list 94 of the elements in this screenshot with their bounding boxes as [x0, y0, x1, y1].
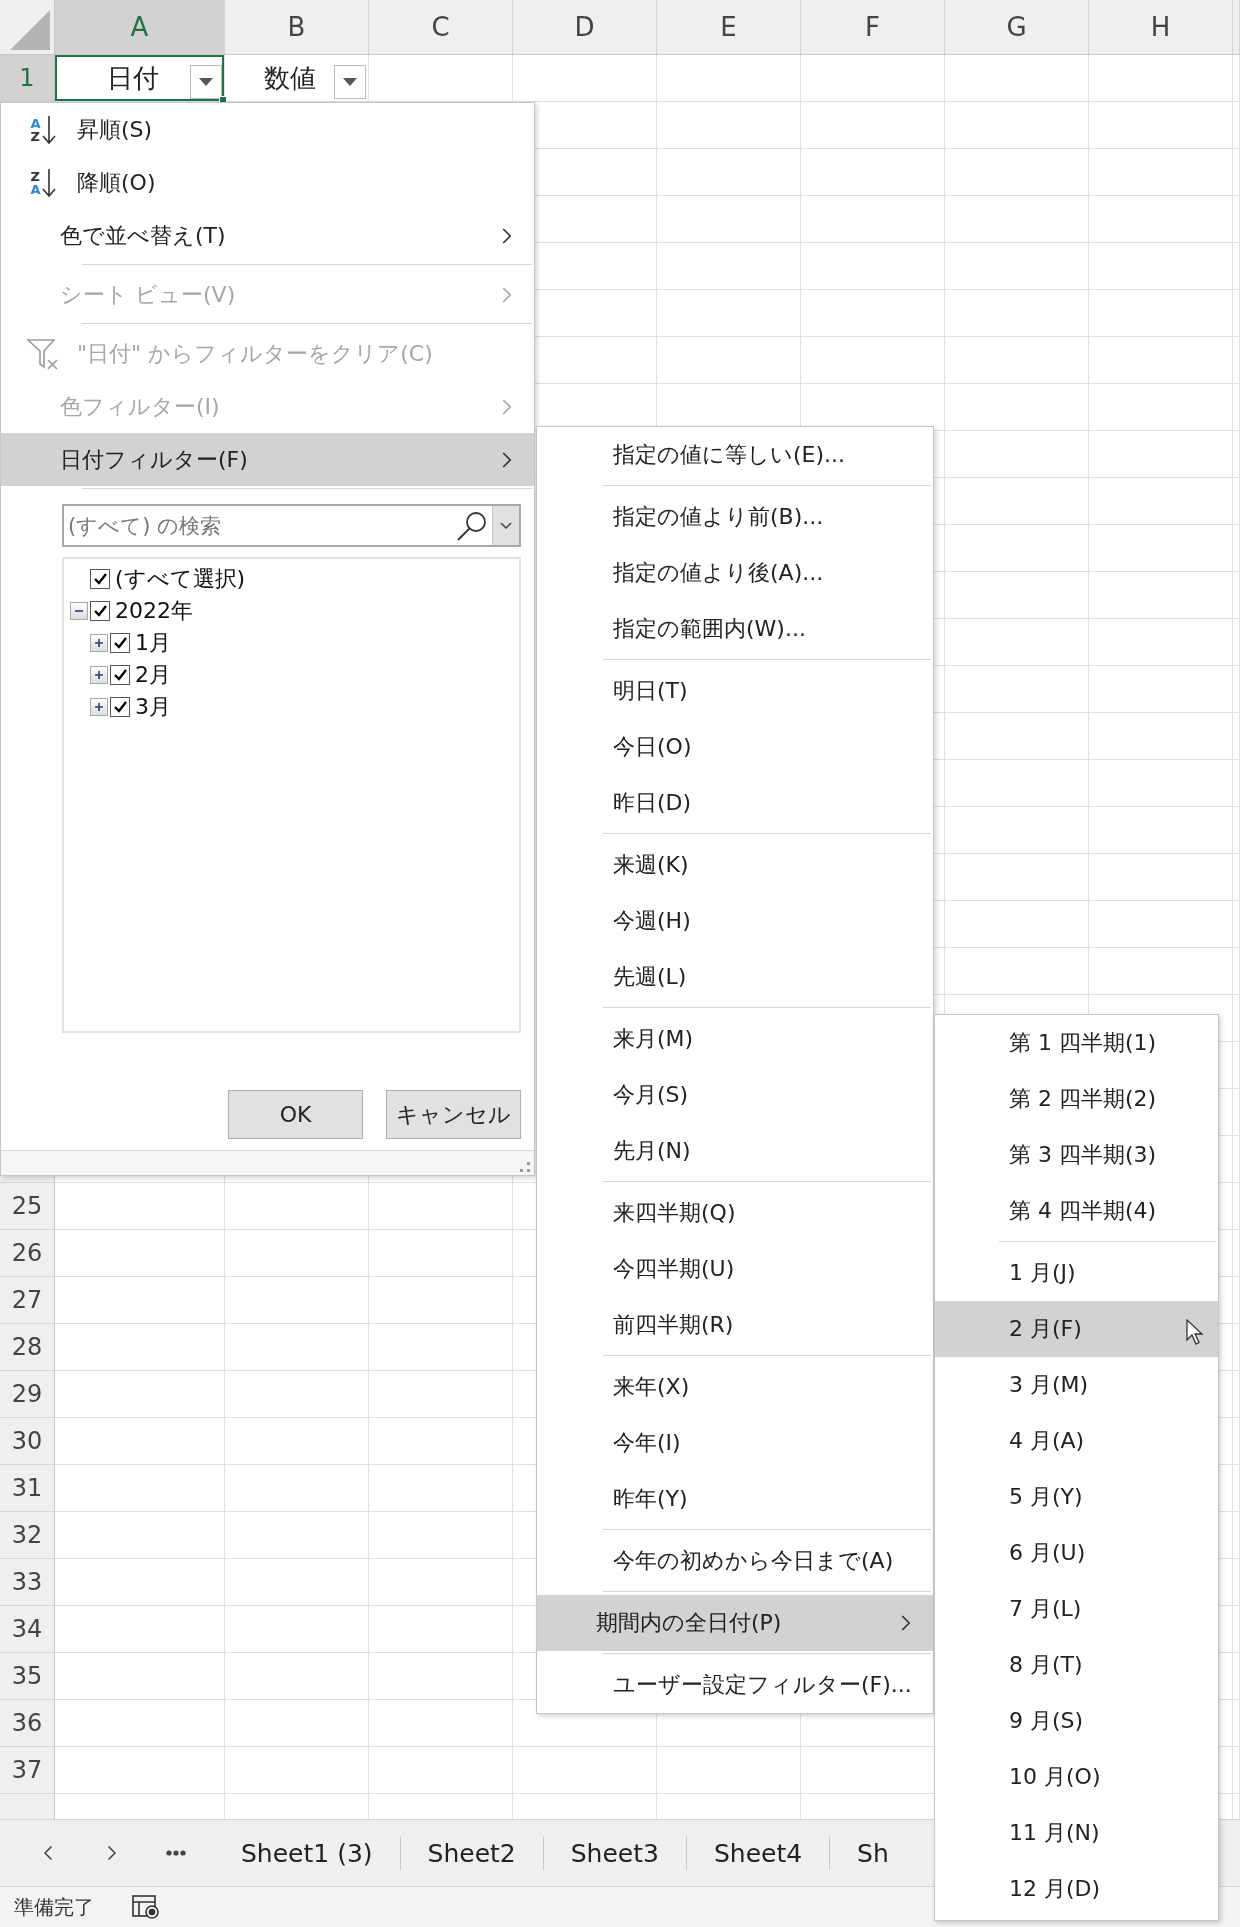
sheet-tab[interactable]: Sheet3 [542, 1836, 686, 1870]
menu-item[interactable]: 今月(S) [537, 1067, 933, 1123]
status-text: 準備完了 [14, 1893, 94, 1921]
column-header[interactable]: A [55, 0, 225, 54]
row-header[interactable]: 28 [0, 1324, 55, 1371]
ellipsis-icon [166, 1850, 186, 1856]
menu-item[interactable]: 2 月(F) [935, 1301, 1218, 1357]
expand-icon[interactable] [90, 634, 108, 652]
row-header[interactable]: 27 [0, 1277, 55, 1324]
row-header[interactable]: 31 [0, 1465, 55, 1512]
expand-icon[interactable] [90, 698, 108, 716]
menu-item[interactable]: 指定の値より前(B)... [537, 489, 933, 545]
menu-item[interactable]: 12 月(D) [935, 1861, 1218, 1917]
search-icon [456, 509, 488, 542]
menu-item[interactable]: 今週(H) [537, 893, 933, 949]
tree-item-label: 2022年 [115, 597, 193, 625]
caret-icon [199, 78, 213, 86]
cell-text: 日付 [105, 61, 160, 95]
menu-item[interactable]: 第 3 四半期(3) [935, 1127, 1218, 1183]
checkbox[interactable] [90, 601, 110, 621]
row-header[interactable]: 30 [0, 1418, 55, 1465]
menu-item[interactable]: 明日(T) [537, 663, 933, 719]
row-header[interactable]: 34 [0, 1606, 55, 1653]
filter-dropdown-button[interactable] [190, 65, 222, 99]
menu-item[interactable]: 5 月(Y) [935, 1469, 1218, 1525]
menu-item[interactable]: 第 1 四半期(1) [935, 1015, 1218, 1071]
menu-item[interactable]: 6 月(U) [935, 1525, 1218, 1581]
row-header[interactable]: 25 [0, 1183, 55, 1230]
menu-item[interactable]: 1 月(J) [935, 1245, 1218, 1301]
chevron-down-icon [500, 522, 512, 529]
menu-item[interactable]: 昨日(D) [537, 775, 933, 831]
menu-item[interactable]: 指定の範囲内(W)... [537, 601, 933, 657]
checkbox[interactable] [90, 569, 110, 589]
menu-item[interactable]: 昨年(Y) [537, 1471, 933, 1527]
sheet-tab[interactable]: Sh [829, 1836, 916, 1870]
menu-item[interactable]: 来年(X) [537, 1359, 933, 1415]
menu-item[interactable]: 前四半期(R) [537, 1297, 933, 1353]
menu-item[interactable]: 来週(K) [537, 837, 933, 893]
menu-item[interactable]: 日付フィルター(F) [1, 433, 534, 486]
menu-item[interactable]: 来四半期(Q) [537, 1185, 933, 1241]
menu-item[interactable]: 今日(O) [537, 719, 933, 775]
expand-icon[interactable] [90, 666, 108, 684]
clear-filter-icon [26, 336, 60, 371]
row-header[interactable]: 1 [0, 55, 55, 102]
menu-item[interactable]: 7 月(L) [935, 1581, 1218, 1637]
collapse-icon[interactable] [70, 602, 88, 620]
dialog-button[interactable]: キャンセル [386, 1090, 521, 1139]
menu-item[interactable]: 今年の初めから今日まで(A) [537, 1533, 933, 1589]
menu-item[interactable]: 8 月(T) [935, 1637, 1218, 1693]
checkbox[interactable] [110, 697, 130, 717]
sheet-tab[interactable]: Sheet2 [399, 1836, 543, 1870]
menu-item[interactable]: 来月(M) [537, 1011, 933, 1067]
row-header[interactable]: 26 [0, 1230, 55, 1277]
menu-item[interactable]: Z A 降順(O) [1, 156, 534, 209]
menu-item[interactable]: 先月(N) [537, 1123, 933, 1179]
row-header[interactable]: 29 [0, 1371, 55, 1418]
menu-item[interactable]: 第 4 四半期(4) [935, 1183, 1218, 1239]
row-header[interactable]: 36 [0, 1700, 55, 1747]
sheet-tab[interactable]: Sheet4 [685, 1836, 830, 1870]
cell-text: 数値 [262, 61, 317, 95]
checkbox[interactable] [110, 665, 130, 685]
menu-item[interactable]: 10 月(O) [935, 1749, 1218, 1805]
tree-item-label: 1月 [135, 629, 171, 657]
menu-item[interactable]: 今年(I) [537, 1415, 933, 1471]
menu-item[interactable]: 3 月(M) [935, 1357, 1218, 1413]
dialog-button[interactable]: OK [228, 1090, 363, 1139]
search-field[interactable]: (すべて) の検索 [62, 504, 521, 547]
row-header[interactable]: 33 [0, 1559, 55, 1606]
menu-item[interactable]: 色で並べ替え(T) [1, 209, 534, 262]
menu-item[interactable]: 先週(L) [537, 949, 933, 1005]
mouse-pointer-icon [1186, 1319, 1204, 1345]
tree-item-label: (すべて選択) [115, 565, 246, 593]
tree-item-label: 3月 [135, 693, 171, 721]
menu-item[interactable]: 指定の値に等しい(E)... [537, 427, 933, 483]
menu-item[interactable]: 指定の値より後(A)... [537, 545, 933, 601]
menu-item[interactable]: 11 月(N) [935, 1805, 1218, 1861]
menu-item[interactable]: A Z 昇順(S) [1, 103, 534, 156]
sheet-tab[interactable]: Sheet1 (3) [214, 1836, 400, 1870]
row-header[interactable]: 35 [0, 1653, 55, 1700]
search-dropdown-button[interactable] [492, 506, 519, 545]
menu-item[interactable]: ユーザー設定フィルター(F)... [537, 1657, 933, 1713]
checkbox[interactable] [110, 633, 130, 653]
menu-item[interactable]: 今四半期(U) [537, 1241, 933, 1297]
menu-item[interactable]: 4 月(A) [935, 1413, 1218, 1469]
sheet-record-icon[interactable] [132, 1894, 160, 1920]
row-header[interactable]: 37 [0, 1747, 55, 1794]
resize-grip-icon[interactable] [520, 1162, 530, 1172]
menu-item[interactable]: 9 月(S) [935, 1693, 1218, 1749]
menu-item[interactable]: 期間内の全日付(P) [537, 1595, 933, 1651]
row-header[interactable]: 32 [0, 1512, 55, 1559]
caret-icon [343, 78, 357, 86]
filter-dropdown-button[interactable] [334, 65, 366, 99]
menu-item[interactable]: 第 2 四半期(2) [935, 1071, 1218, 1127]
tree-item-label: 2月 [135, 661, 171, 689]
